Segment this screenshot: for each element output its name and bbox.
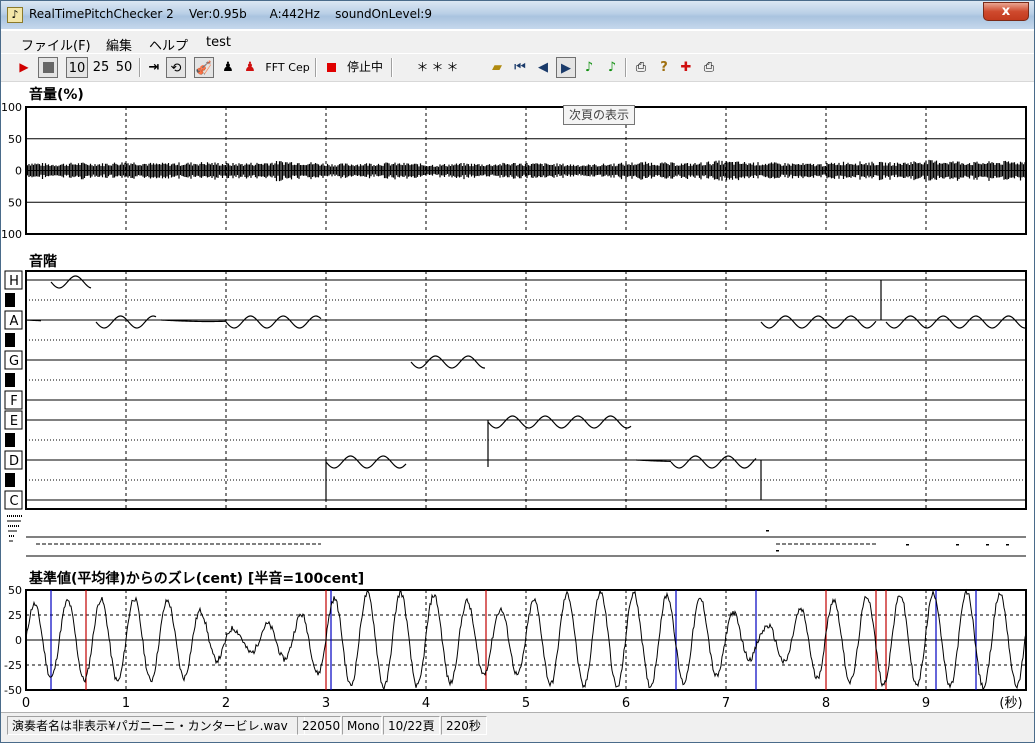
x-tick-label: 3 [322,696,330,711]
volume-tick-label: 100 [1,101,22,114]
deviation-tick-label: -25 [4,659,22,672]
volume-tick-label: 50 [8,133,22,146]
volume-tick-label: 50 [8,196,22,209]
pitch-trace-segment [25,319,42,322]
piano-black-key [5,373,15,387]
note-label-G: G [9,354,19,369]
app-window: ♪ RealTimePitchChecker 2 Ver:0.95b A:442… [0,0,1035,743]
deviation-tick-label: 0 [15,634,22,647]
status-page: 10/22頁 [383,716,440,735]
x-tick-label: 6 [622,696,630,711]
piano-black-key [5,473,15,487]
strip-dot [766,530,769,532]
piano-black-key [5,293,15,307]
status-file: 演奏者名は非表示¥パガニーニ・カンタービレ.wav [7,716,305,735]
status-sample-rate: 22050 [297,716,341,735]
note-label-D: D [9,454,19,469]
note-label-A: A [10,314,19,329]
strip-dot [906,544,909,546]
x-tick-label: 7 [722,696,730,711]
volume-tick-label: 0 [15,165,22,178]
next-page-tooltip: 次頁の表示 [563,105,636,125]
strip-dot [776,550,779,552]
deviation-tick-label: 25 [8,609,22,622]
note-label-E: E [10,414,18,429]
piano-black-key [5,333,15,347]
strip-dot [986,544,989,546]
x-tick-label: 0 [22,696,30,711]
x-tick-label: 1 [122,696,130,711]
x-tick-label: 4 [422,696,430,711]
status-channel: Mono [342,716,382,735]
piano-black-key [5,433,15,447]
strip-dot [956,544,959,546]
x-tick-label: 5 [522,696,530,711]
x-unit-label: (秒) [999,696,1022,711]
note-label-C: C [9,494,18,509]
strip-dot [1006,544,1009,546]
volume-tick-label: 100 [1,228,22,241]
deviation-tick-label: 50 [8,584,22,597]
x-tick-label: 8 [822,696,830,711]
status-duration: 220秒 [441,716,487,735]
plot-area: 10050050100HAGFEDC50250-25-500 1 2 3 4 5 6 7 8 9(… [1,101,1027,711]
status-bar: 演奏者名は非表示¥パガニーニ・カンタービレ.wav 22050 Mono 10/… [1,712,1034,742]
note-label-F: F [10,394,17,409]
x-tick-label: 9 [922,696,930,711]
deviation-tick-label: -50 [4,684,22,697]
scale-frame [25,270,1027,510]
x-tick-label: 2 [222,696,230,711]
note-label-H: H [9,274,19,289]
